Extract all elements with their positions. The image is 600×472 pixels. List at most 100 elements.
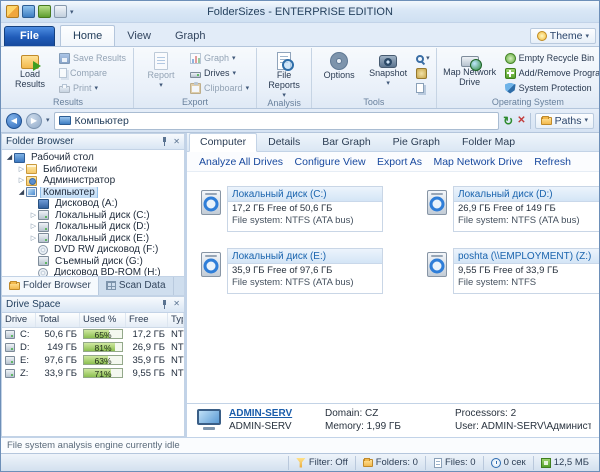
- graph-button[interactable]: Graph ▾: [187, 51, 252, 65]
- main-tab-pie-graph[interactable]: Pie Graph: [382, 133, 451, 152]
- clipboard-button[interactable]: Clipboard ▾: [187, 81, 252, 95]
- stop-icon[interactable]: ✕: [517, 115, 525, 126]
- left-panel-tabs: Folder Browser Scan Data: [1, 276, 185, 296]
- usage-label: 65%: [94, 330, 112, 339]
- main-tab-details[interactable]: Details: [257, 133, 311, 152]
- duplicate-tool-button[interactable]: [414, 81, 432, 95]
- drive-icon: [201, 190, 221, 215]
- content-panel: Computer Details Bar Graph Pie Graph Folder …: [187, 133, 599, 437]
- drive-row[interactable]: C: 50,6 ГБ 65% 17,2 ГБ NTFS: [2, 328, 184, 341]
- tab-scan-data[interactable]: Scan Data: [99, 276, 174, 295]
- computer-name-link[interactable]: ADMIN-SERV: [229, 408, 325, 419]
- tree-item[interactable]: ▷ Библиотеки: [2, 164, 184, 176]
- file-tab[interactable]: File: [4, 26, 55, 46]
- snapshot-button[interactable]: Snapshot ▾: [365, 50, 411, 96]
- toolbar-link-export-as[interactable]: Export As: [377, 156, 422, 168]
- forward-button[interactable]: ▶: [26, 112, 42, 129]
- drive-card[interactable]: Локальный диск (E:) 35,9 ГБ Free of 97,6 …: [201, 248, 383, 294]
- system-protection-button[interactable]: System Protection: [502, 81, 599, 95]
- system-info: ADMIN-SERV Domain: CZ Processors: 2 ADMI…: [187, 403, 599, 437]
- command-link-bar: Analyze All Drives Configure View Export A…: [187, 152, 599, 172]
- drive-cell: C:: [2, 329, 36, 340]
- tree-expander-icon[interactable]: ▷: [17, 166, 26, 173]
- load-results-button[interactable]: Load Results: [7, 50, 53, 96]
- main-tab-folder-map[interactable]: Folder Map: [451, 133, 526, 152]
- toolbar-link-refresh[interactable]: Refresh: [534, 156, 571, 168]
- main-tab-bar-graph[interactable]: Bar Graph: [311, 133, 381, 152]
- save-results-button[interactable]: Save Results: [56, 51, 129, 65]
- search-tool-button[interactable]: ▾: [414, 51, 432, 65]
- refresh-icon[interactable]: ↻: [503, 115, 513, 127]
- quick-access-chevron-icon[interactable]: ▾: [70, 8, 74, 16]
- print-button[interactable]: Print ▾: [56, 81, 129, 95]
- tree-item[interactable]: Дисковод (A:): [2, 198, 184, 210]
- drive-row[interactable]: Z: 33,9 ГБ 71% 9,55 ГБ NTFS: [2, 367, 184, 380]
- drive-card[interactable]: poshta (\\EMPLOYMENT) (Z:) 9,55 ГБ Free o…: [427, 248, 599, 294]
- drive-card[interactable]: Локальный диск (C:) 17,2 ГБ Free of 50,6 …: [201, 186, 383, 232]
- tree-item[interactable]: ▷ Локальный диск (D:): [2, 221, 184, 233]
- drive-file-system: File system: NTFS (ATA bus): [232, 215, 354, 226]
- drive-row[interactable]: E: 97,6 ГБ 63% 35,9 ГБ NTFS: [2, 354, 184, 367]
- disc-icon: [38, 244, 48, 255]
- toolbar-link-map-network-drive[interactable]: Map Network Drive: [433, 156, 522, 168]
- tree-item[interactable]: Дисковод BD-ROM (H:): [2, 267, 184, 276]
- system-info-grid: ADMIN-SERV Domain: CZ Processors: 2 ADMI…: [229, 407, 591, 437]
- tree-expander-icon[interactable]: ▷: [17, 177, 26, 184]
- free-cell: 9,55 ГБ: [132, 367, 165, 379]
- close-icon[interactable]: ✕: [173, 137, 180, 146]
- tree-expander-icon[interactable]: ▷: [29, 223, 38, 230]
- load-results-quick-icon[interactable]: [22, 5, 35, 18]
- paths-label: Paths: [554, 114, 582, 127]
- column-header-type[interactable]: Type: [168, 312, 184, 327]
- used-cell: 81%: [80, 342, 126, 352]
- tab-view[interactable]: View: [115, 26, 163, 46]
- ribbon-group-operating-system: Map Network Drive Empty Recycle Bin Add/…: [437, 48, 599, 108]
- main-tab-computer[interactable]: Computer: [189, 133, 258, 152]
- report-button[interactable]: Report ▾: [138, 50, 184, 96]
- options-button[interactable]: Options: [316, 50, 362, 96]
- status-segment-memory: 12,5 МБ: [532, 455, 596, 470]
- analyze-quick-icon[interactable]: [38, 5, 51, 18]
- toolbar-link-configure-view[interactable]: Configure View: [295, 156, 366, 168]
- tree-expander-icon[interactable]: ◢: [5, 154, 14, 161]
- scale-tool-button[interactable]: [414, 66, 432, 80]
- tree-item[interactable]: Съемный диск (G:): [2, 256, 184, 268]
- tree-expander-icon[interactable]: ◢: [17, 189, 26, 196]
- user-icon: [26, 175, 37, 186]
- column-header-free[interactable]: Free: [126, 312, 168, 327]
- drives-button[interactable]: Drives ▾: [187, 66, 252, 80]
- toolbar-link-analyze-all-drives[interactable]: Analyze All Drives: [199, 156, 283, 168]
- empty-recycle-bin-button[interactable]: Empty Recycle Bin: [502, 51, 599, 65]
- tree-item[interactable]: DVD RW дисковод (F:): [2, 244, 184, 256]
- tab-graph[interactable]: Graph: [163, 26, 218, 46]
- column-header-used[interactable]: Used %: [80, 312, 126, 327]
- pin-icon[interactable]: [160, 137, 169, 146]
- tree-item[interactable]: ▷ Локальный диск (C:): [2, 210, 184, 222]
- column-header-total[interactable]: Total: [36, 312, 80, 327]
- column-header-drive[interactable]: Drive: [2, 312, 36, 327]
- drive-row[interactable]: D: 149 ГБ 81% 26,9 ГБ NTFS: [2, 341, 184, 354]
- file-reports-button[interactable]: File Reports ▾: [261, 50, 307, 99]
- tab-folder-browser[interactable]: Folder Browser: [2, 276, 99, 295]
- map-network-drive-button[interactable]: Map Network Drive: [441, 50, 499, 96]
- paths-button[interactable]: Paths ▾: [534, 112, 594, 129]
- close-icon[interactable]: ✕: [173, 300, 180, 308]
- tools-quick-icon[interactable]: [54, 5, 67, 18]
- tree-item-label: Локальный диск (C:): [55, 209, 150, 221]
- tree-item[interactable]: ▷ Администратор: [2, 175, 184, 187]
- tree-item[interactable]: ◢ Компьютер: [2, 186, 184, 198]
- tree-expander-icon[interactable]: ▷: [29, 212, 38, 219]
- tab-home[interactable]: Home: [59, 25, 116, 46]
- history-chevron-icon[interactable]: ▾: [46, 117, 50, 124]
- tree-item[interactable]: ▷ Локальный диск (E:): [2, 233, 184, 245]
- tree-item[interactable]: ◢ Рабочий стол: [2, 152, 184, 164]
- tree-expander-icon[interactable]: ▷: [29, 235, 38, 242]
- add-remove-programs-button[interactable]: Add/Remove Programs: [502, 66, 599, 80]
- address-input[interactable]: Компьютер: [53, 111, 500, 130]
- back-button[interactable]: ◀: [6, 112, 22, 129]
- compare-button[interactable]: Compare: [56, 66, 129, 80]
- drive-card[interactable]: Локальный диск (D:) 26,9 ГБ Free of 149 Г…: [427, 186, 599, 232]
- drives-icon: [190, 71, 202, 78]
- theme-button[interactable]: Theme ▾: [529, 28, 596, 44]
- pin-icon[interactable]: [160, 299, 169, 309]
